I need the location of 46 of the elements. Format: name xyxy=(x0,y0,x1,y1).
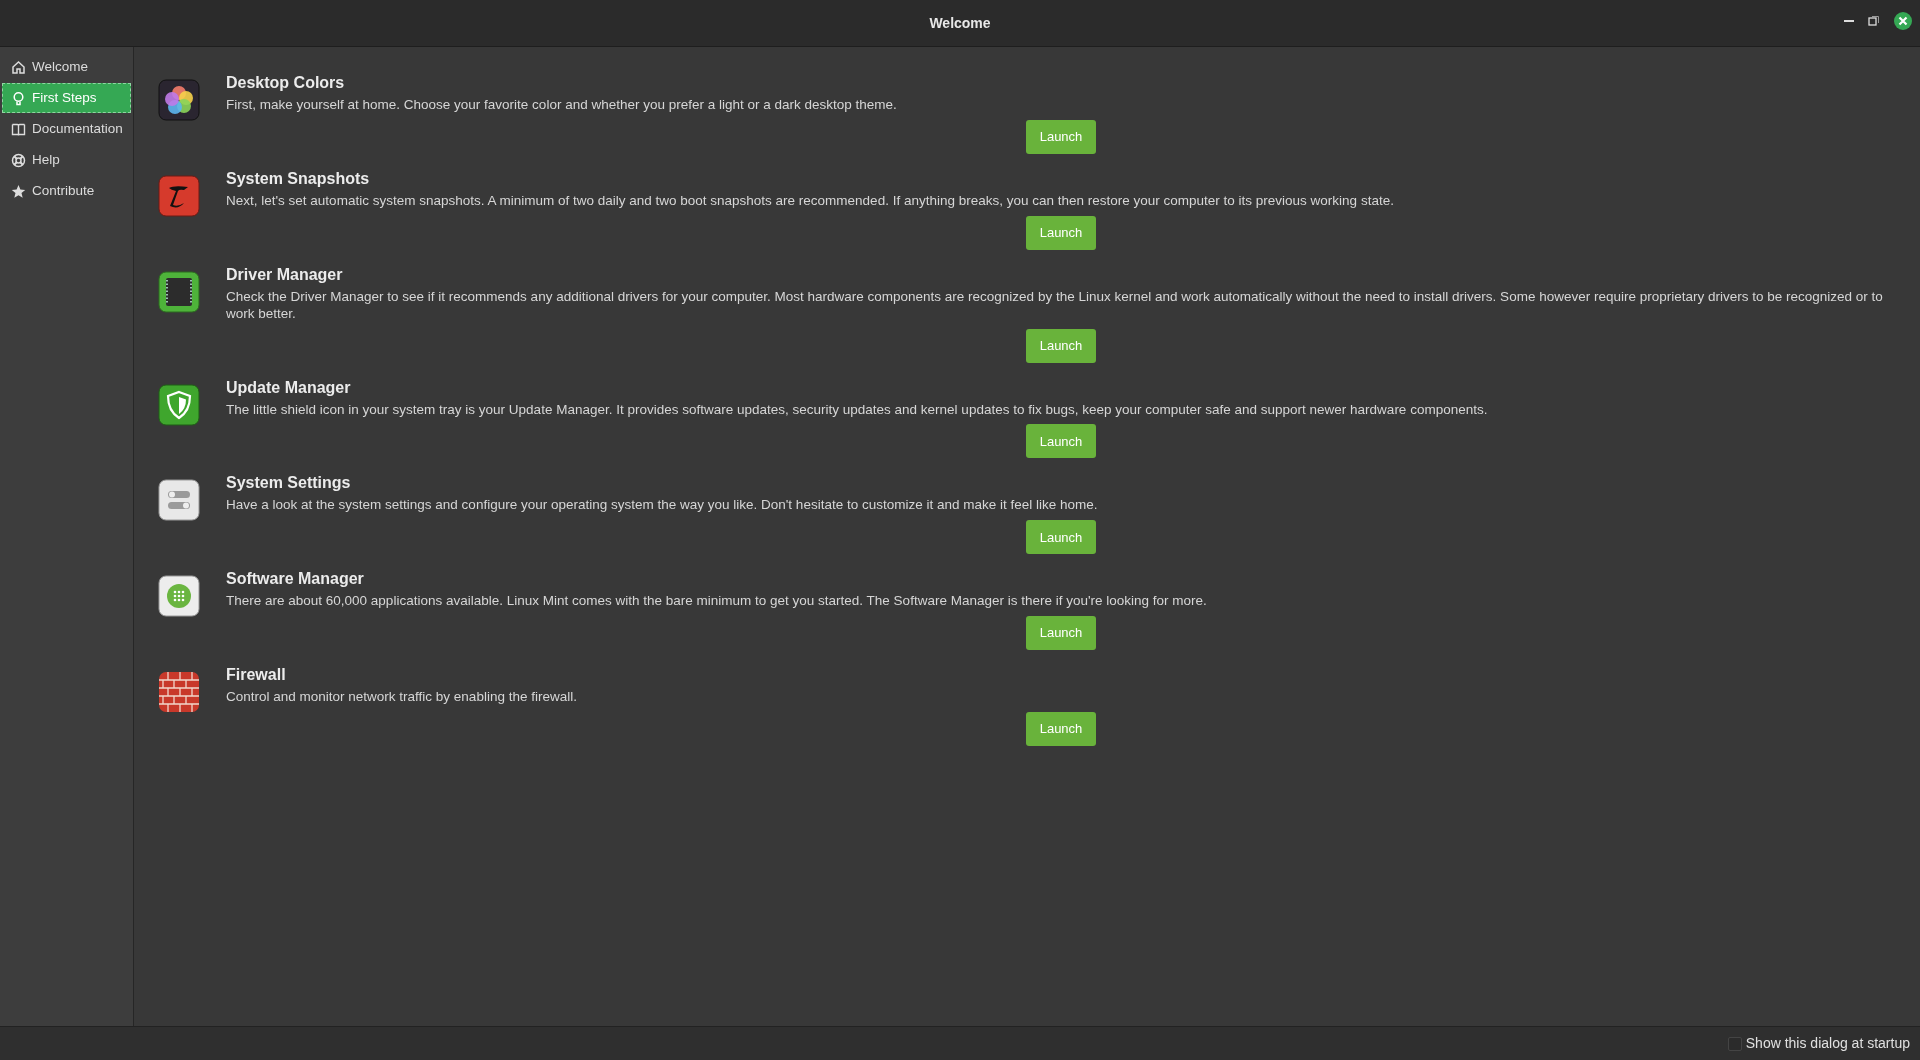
launch-button[interactable]: Launch xyxy=(1026,119,1096,154)
color-wheel-icon xyxy=(158,79,200,121)
lifebuoy-icon xyxy=(11,152,26,168)
launch-button[interactable]: Launch xyxy=(1026,616,1096,651)
launch-button[interactable]: Launch xyxy=(1026,424,1096,459)
restore-icon xyxy=(1868,15,1880,27)
star-icon xyxy=(11,183,26,199)
launch-button[interactable]: Launch xyxy=(1026,520,1096,555)
step-title: System Snapshots xyxy=(226,168,371,189)
sidebar-item[interactable]: Documentation xyxy=(2,114,131,144)
step-description: First, make yourself at home. Choose your favorite color and whether you prefer a light or a dark desktop theme. xyxy=(226,97,898,114)
step-title: Desktop Colors xyxy=(226,73,346,93)
step-title: Driver Manager xyxy=(226,264,344,285)
step-title: Update Manager xyxy=(226,377,352,398)
home-icon xyxy=(11,59,26,75)
app-grid-icon xyxy=(158,575,200,618)
step-description: Have a look at the system settings and configure your operating system the way you like. Don't hesitate to customize it and make it feel like home. xyxy=(226,497,1099,515)
sidebar-item[interactable]: Contribute xyxy=(2,176,131,206)
step-title: Firewall xyxy=(226,665,287,686)
step-description: Control and monitor network traffic by enabling the firewall. xyxy=(226,689,578,706)
checkbox-label: Show this dialog at startup xyxy=(1745,1034,1910,1053)
launch-button[interactable]: Launch xyxy=(1026,328,1096,363)
lightbulb-icon xyxy=(11,90,26,106)
restore-button[interactable] xyxy=(1868,15,1880,27)
step-title: System Settings xyxy=(226,473,352,494)
window-title: Welcome xyxy=(929,13,991,33)
step-title: Software Manager xyxy=(226,569,365,590)
toggle-switches-icon xyxy=(158,479,200,522)
sidebar-item[interactable]: Help xyxy=(2,145,131,175)
sidebar-item[interactable]: Welcome xyxy=(2,52,131,82)
step-description: Check the Driver Manager to see if it recommends any additional drivers for your computer. Most hardware components are recognized by the Linux kernel and work automatically without the need to install drivers. Some however require proprietary drivers to be recognized or to work better. xyxy=(226,288,1884,323)
launch-button[interactable]: Launch xyxy=(1026,215,1096,250)
minimize-icon xyxy=(1844,20,1854,22)
book-icon xyxy=(11,121,26,137)
close-icon xyxy=(1894,12,1912,30)
step-description: The little shield icon in your system tray is your Update Manager. It provides software updates, security updates and kernel updates to fix bugs, keep your computer safe and support newer hardware components. xyxy=(226,401,1489,419)
shield-icon xyxy=(158,383,200,426)
chip-icon xyxy=(158,270,200,313)
brick-wall-icon xyxy=(158,671,200,714)
letter-emblem-icon xyxy=(158,174,200,217)
launch-button[interactable]: Launch xyxy=(1026,712,1096,746)
close-button[interactable] xyxy=(1894,12,1912,30)
checkbox[interactable] xyxy=(1727,1036,1742,1051)
step-description: Next, let's set automatic system snapshots. A minimum of two daily and two boot snapshots are recommended. If anything breaks, you can then restore your computer to its previous working state. xyxy=(226,192,1395,210)
step-description: There are about 60,000 applications available. Linux Mint comes with the bare minimum to get you started. The Software Manager is there if you're looking for more. xyxy=(226,593,1208,611)
sidebar-item[interactable]: First Steps xyxy=(2,83,131,113)
